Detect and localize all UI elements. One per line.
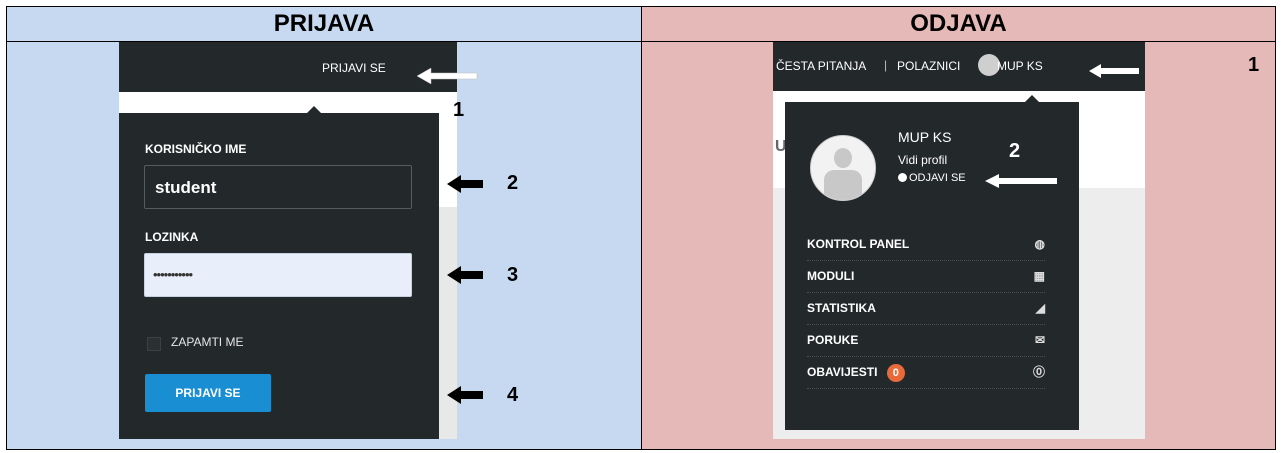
avatar[interactable] (810, 135, 876, 201)
login-topbar-link[interactable]: PRIJAVI SE (322, 61, 386, 75)
password-field[interactable]: ••••••••••• (144, 253, 412, 297)
marker-2: 2 (507, 172, 519, 194)
menu-label: PORUKE (807, 333, 859, 347)
comparison-table: PRIJAVA ODJAVA PRIJAVI SE KORISNIČKO IME… (6, 6, 1276, 450)
avatar-head (834, 148, 852, 168)
arrow-left-icon (447, 386, 483, 404)
menu-item-control-panel[interactable]: KONTROL PANEL ◍ (807, 228, 1045, 261)
user-dropdown: MUP KS Vidi profil ODJAVI SE 2 KONTROL P… (785, 95, 1079, 430)
login-screenshot: PRIJAVI SE KORISNIČKO IME student LOZINK… (119, 42, 478, 439)
username-value: student (155, 178, 217, 197)
avatar-body (824, 170, 862, 200)
login-cell: PRIJAVI SE KORISNIČKO IME student LOZINK… (7, 42, 641, 449)
menu-label: STATISTIKA (807, 301, 876, 315)
gauge-icon: ◍ (1034, 237, 1045, 251)
password-label: LOZINKA (145, 230, 199, 244)
menu-label: KONTROL PANEL (807, 237, 910, 251)
caret (307, 106, 321, 113)
menu-item-messages[interactable]: PORUKE ✉ (807, 324, 1045, 357)
header-logout: ODJAVA (642, 7, 1275, 41)
arrow-left-icon (447, 175, 483, 193)
envelope-icon: ✉ (1034, 333, 1045, 347)
logout-screenshot: ČESTA PITANJA | POLAZNICI MUP KS U MUP K… (773, 42, 1145, 439)
chart-icon: ◢ (1035, 301, 1045, 315)
header-login: PRIJAVA (7, 7, 641, 41)
marker-1-logout: 1 (1248, 54, 1260, 76)
menu-item-notifications[interactable]: OBAVIJESTI 0 ⓪ (807, 356, 1045, 389)
user-menu-link[interactable]: MUP KS (997, 59, 1043, 73)
caret (1025, 95, 1039, 102)
profile-name: MUP KS (898, 129, 952, 145)
logout-label: ODJAVI SE (909, 172, 966, 184)
notification-badge: 0 (886, 363, 905, 382)
view-profile-link[interactable]: Vidi profil (898, 153, 947, 167)
marker-2-logout: 2 (1009, 140, 1021, 162)
menu-item-statistics[interactable]: STATISTIKA ◢ (807, 292, 1045, 325)
arrow-left-icon (1089, 64, 1139, 78)
topbar-separator: | (884, 58, 888, 72)
marker-4: 4 (507, 384, 519, 406)
remember-checkbox[interactable] (147, 337, 161, 351)
logout-link[interactable]: ODJAVI SE (898, 172, 966, 184)
power-icon (898, 173, 907, 182)
book-icon: ▦ (1033, 269, 1045, 283)
arrow-left-icon (417, 68, 478, 84)
username-field[interactable]: student (144, 165, 412, 209)
info-icon: ⓪ (1032, 365, 1045, 379)
login-topbar: PRIJAVI SE (119, 42, 457, 92)
students-link[interactable]: POLAZNICI (897, 59, 960, 73)
arrow-left-icon (985, 174, 1057, 188)
submit-button[interactable]: PRIJAVI SE (145, 374, 271, 412)
password-value: ••••••••••• (153, 267, 193, 282)
menu-item-modules[interactable]: MODULI ▦ (807, 260, 1045, 293)
marker-1: 1 (453, 99, 465, 121)
submit-label: PRIJAVI SE (175, 386, 241, 400)
menu-label: OBAVIJESTI (807, 365, 878, 379)
login-dropdown: KORISNIČKO IME student LOZINKA •••••••••… (119, 106, 439, 439)
menu-label: MODULI (807, 269, 855, 283)
remember-label: ZAPAMTI ME (171, 335, 244, 349)
arrow-left-icon (447, 266, 483, 284)
faq-link[interactable]: ČESTA PITANJA (776, 59, 866, 73)
username-label: KORISNIČKO IME (145, 142, 247, 156)
marker-3: 3 (507, 264, 519, 286)
logout-cell: ČESTA PITANJA | POLAZNICI MUP KS U MUP K… (642, 42, 1275, 449)
